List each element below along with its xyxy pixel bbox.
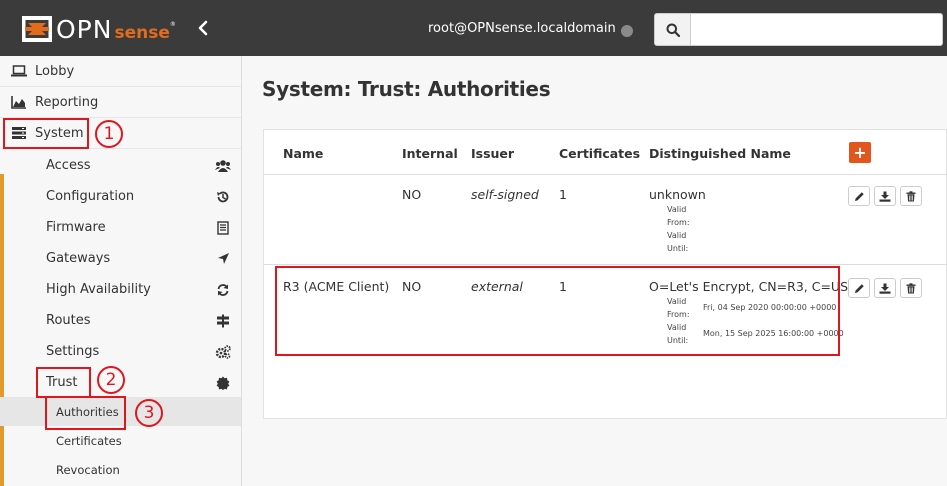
cell-issuer: self-signed xyxy=(471,187,539,202)
sidebar-item-label: Access xyxy=(46,158,91,173)
laptop-icon xyxy=(11,65,27,77)
sidebar-item-label: Routes xyxy=(46,313,91,328)
logo-sense-text: sense xyxy=(114,22,170,43)
column-header-issuer[interactable]: Issuer xyxy=(471,146,514,161)
sidebar-item-label: Certificates xyxy=(56,433,122,448)
gears-icon xyxy=(215,344,231,360)
sidebar-item-label: High Availability xyxy=(46,282,151,297)
search-input[interactable] xyxy=(691,13,943,46)
logo-opn-text: OPN xyxy=(56,14,113,44)
logo-trademark: ® xyxy=(169,20,176,28)
chevron-left-icon xyxy=(198,20,208,36)
highlight-system xyxy=(3,118,89,149)
sidebar-item-label: Firmware xyxy=(46,220,106,235)
status-indicator[interactable] xyxy=(621,25,633,37)
users-icon xyxy=(215,158,231,174)
search-button[interactable] xyxy=(654,13,691,46)
plus-icon: + xyxy=(853,143,867,162)
download-icon xyxy=(879,283,891,294)
opnsense-logo[interactable]: OPN sense ® xyxy=(22,14,176,44)
cell-certificates: 1 xyxy=(559,187,567,202)
authorities-table: Name Internal Issuer Certificates Distin… xyxy=(263,129,947,419)
cell-distinguished-name: unknown xyxy=(649,187,706,202)
sidebar-item-gateways[interactable]: Gateways xyxy=(0,243,241,274)
sidebar-item-firmware[interactable]: Firmware xyxy=(0,212,241,243)
user-account-link[interactable]: root@OPNsense.localdomain xyxy=(428,21,616,36)
sidebar-item-revocation[interactable]: Revocation xyxy=(0,455,241,484)
column-header-name[interactable]: Name xyxy=(283,146,323,161)
sidebar-item-routes[interactable]: Routes xyxy=(0,305,241,336)
sidebar-item-label: Configuration xyxy=(46,189,135,204)
delete-button[interactable] xyxy=(900,278,922,298)
sidebar-item-label: Gateways xyxy=(46,251,111,266)
page-title: System: Trust: Authorities xyxy=(262,77,551,101)
column-header-certificates[interactable]: Certificates xyxy=(559,146,640,161)
opnsense-logo-mark xyxy=(22,15,52,43)
step-badge-1: 1 xyxy=(95,120,123,148)
sidebar-item-label: Settings xyxy=(46,344,100,359)
pencil-icon xyxy=(854,283,864,293)
sidebar-item-certificates[interactable]: Certificates xyxy=(0,426,241,455)
sidebar-item-label: Reporting xyxy=(35,94,99,110)
sidebar-item-access[interactable]: Access xyxy=(0,150,241,181)
column-header-internal[interactable]: Internal xyxy=(402,146,458,161)
area-chart-icon xyxy=(11,96,26,109)
document-icon xyxy=(215,220,231,236)
certificate-icon xyxy=(215,375,231,391)
add-authority-button[interactable]: + xyxy=(849,142,871,163)
sidebar-item-label: Revocation xyxy=(56,462,120,477)
top-navbar: OPN sense ® root@OPNsense.localdomain xyxy=(0,0,947,56)
step-badge-3: 3 xyxy=(135,399,163,427)
sidebar-item-lobby[interactable]: Lobby xyxy=(0,56,241,87)
main-content: System: Trust: Authorities Name Internal… xyxy=(243,56,947,486)
search-icon xyxy=(666,23,680,37)
sidebar-item-label: Lobby xyxy=(35,63,75,79)
highlight-authorities xyxy=(45,396,126,430)
download-button[interactable] xyxy=(874,278,896,298)
pencil-icon xyxy=(854,191,864,201)
sidebar-item-reporting[interactable]: Reporting xyxy=(0,87,241,118)
trash-icon xyxy=(906,282,916,293)
valid-from-label: Valid From: xyxy=(667,205,690,227)
step-badge-2: 2 xyxy=(97,366,125,394)
column-header-distinguished-name[interactable]: Distinguished Name xyxy=(649,146,791,161)
sidebar-collapse-button[interactable] xyxy=(193,17,213,39)
edit-button[interactable] xyxy=(848,278,870,298)
divider xyxy=(264,174,947,175)
download-icon xyxy=(879,191,891,202)
delete-button[interactable] xyxy=(900,186,922,206)
location-arrow-icon xyxy=(215,251,231,267)
edit-button[interactable] xyxy=(848,186,870,206)
valid-until-label: Valid Until: xyxy=(667,231,689,253)
highlight-acme-row xyxy=(275,266,840,356)
history-icon xyxy=(215,189,231,205)
sidebar-item-settings[interactable]: Settings xyxy=(0,336,241,367)
download-button[interactable] xyxy=(874,186,896,206)
trash-icon xyxy=(906,190,916,201)
cell-internal: NO xyxy=(402,187,422,202)
divider xyxy=(264,264,947,265)
sidebar-item-configuration[interactable]: Configuration xyxy=(0,181,241,212)
sidebar-item-high-availability[interactable]: High Availability xyxy=(0,274,241,305)
highlight-trust xyxy=(36,367,91,398)
refresh-icon xyxy=(215,282,231,298)
signpost-icon xyxy=(215,313,231,329)
